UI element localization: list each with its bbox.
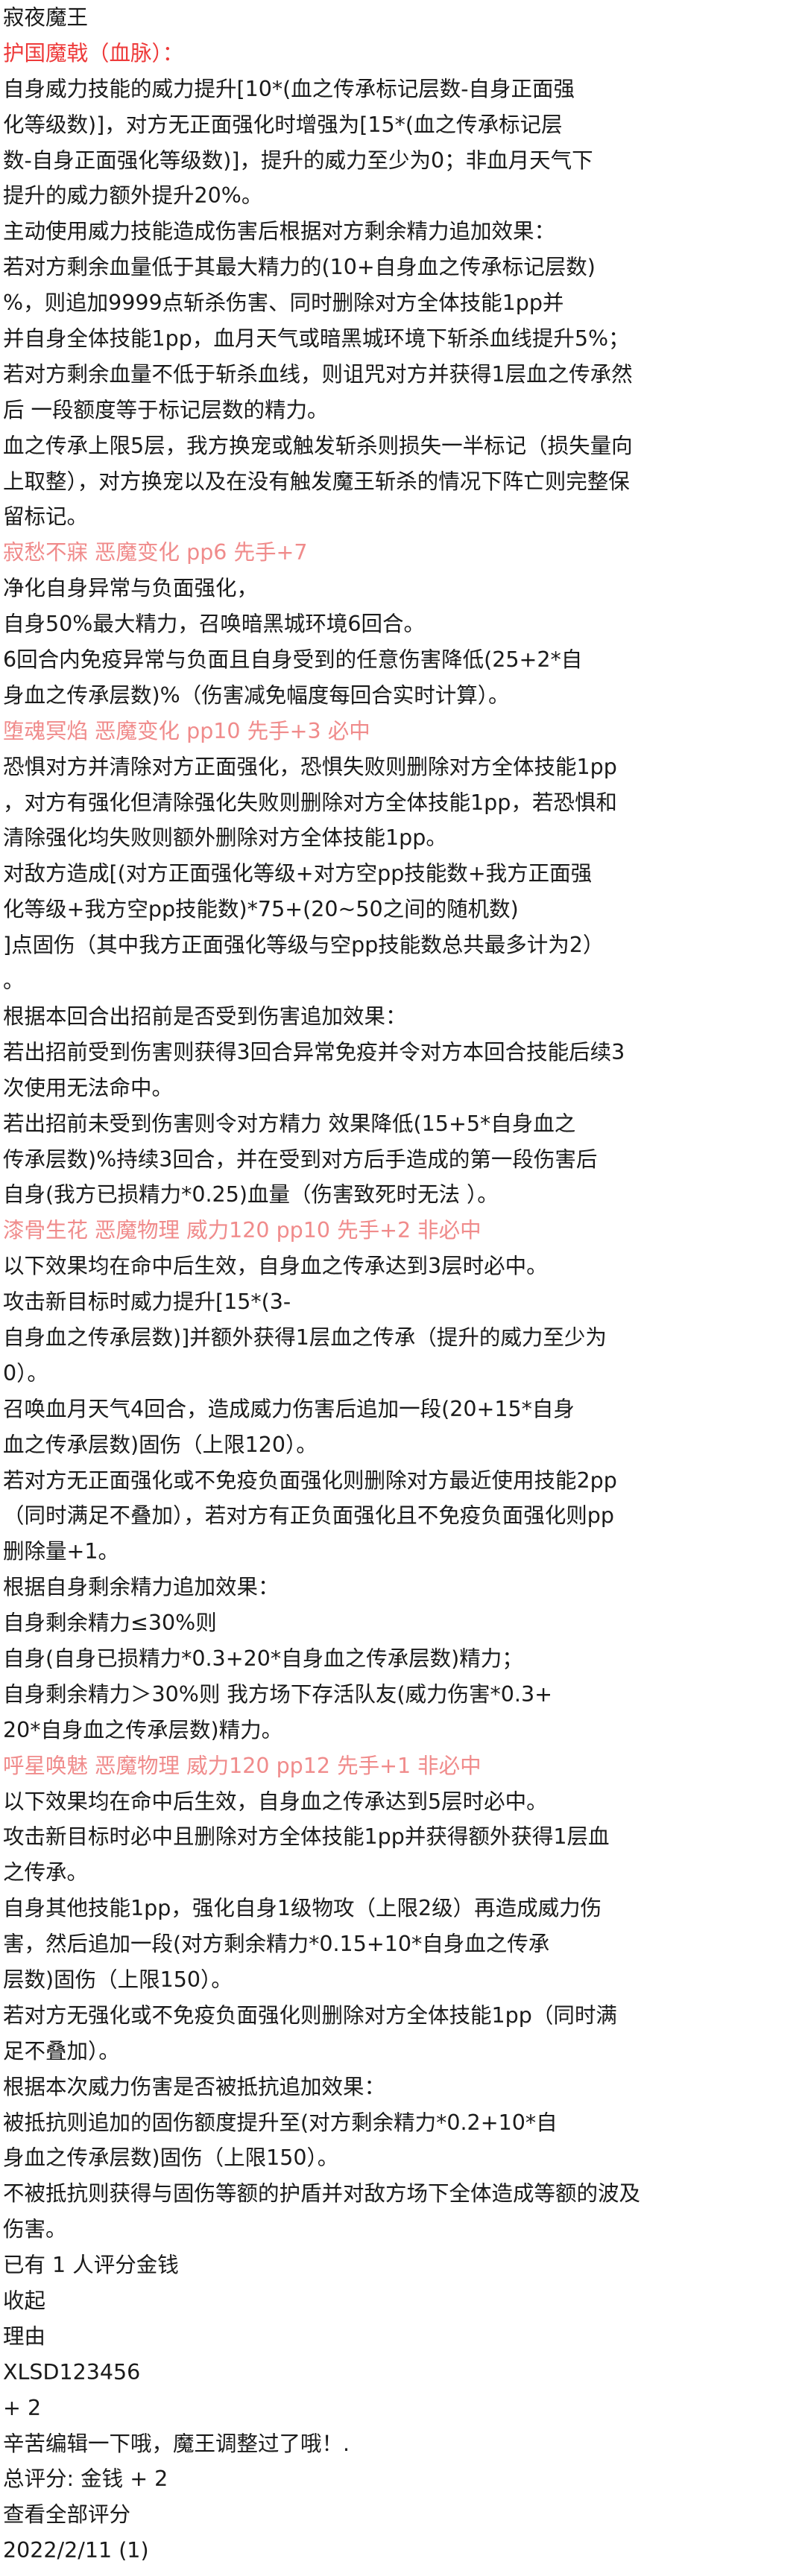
- text-line: 自身剩余精力≤30%则: [3, 1611, 217, 1636]
- text-line: 。: [3, 968, 25, 994]
- text-line: 伤害。: [3, 2217, 67, 2242]
- text-line: 化等级数)]，对方无正面强化时增强为[15*(血之传承标记层: [3, 112, 563, 137]
- view-all-ratings-link[interactable]: 查看全部评分: [3, 2497, 805, 2533]
- text-line: 自身剩余精力＞30%则 我方场下存活队友(威力伤害*0.3+: [3, 1681, 552, 1707]
- text-line: 害，然后追加一段(对方剩余精力*0.15+10*自身血之传承: [3, 1932, 550, 1957]
- text-line: 根据本次威力伤害是否被抵抗追加效果：: [3, 2074, 386, 2099]
- reason-header: 理由: [3, 2323, 46, 2349]
- text-line: 以下效果均在命中后生效，自身血之传承达到5层时必中。: [3, 1789, 548, 1814]
- text-line: 若对方剩余血量低于其最大精力的(10+自身血之传承标记层数): [3, 255, 596, 280]
- text-line: 若对方无正面强化或不免疫负面强化则删除对方最近使用技能2pp: [3, 1468, 617, 1493]
- text-line: 若出招前受到伤害则获得3回合异常免疫并令对方本回合技能后续3: [3, 1039, 625, 1065]
- text-line: 自身(自身已损精力*0.3+20*自身血之传承层数)精力；: [3, 1646, 523, 1671]
- text-line: 后 一段额度等于标记层数的精力。: [3, 397, 329, 422]
- text-line: 化等级+我方空pp技能数)*75+(20~50之间的随机数): [3, 897, 519, 922]
- text-line: 自身血之传承层数)]并额外获得1层血之传承（提升的威力至少为: [3, 1325, 607, 1350]
- text-line: 20*自身血之传承层数)精力。: [3, 1717, 283, 1742]
- text-line: 若对方无强化或不免疫负面强化则删除对方全体技能1pp（同时满: [3, 2002, 617, 2028]
- skill-header: 漆骨生花 恶魔物理 威力120 pp10 先手+2 非必中: [3, 1218, 482, 1243]
- skill-block: 漆骨生花 恶魔物理 威力120 pp10 先手+2 非必中 以下效果均在命中后生…: [3, 1213, 805, 1748]
- skill-header: 堕魂冥焰 恶魔变化 pp10 先手+3 必中: [3, 718, 370, 743]
- text-line: 6回合内免疫异常与负面且自身受到的任意伤害降低(25+2*自: [3, 647, 583, 673]
- text-line: 以下效果均在命中后生效，自身血之传承达到3层时必中。: [3, 1254, 548, 1279]
- text-line: 若出招前未受到伤害则令对方精力 效果降低(15+5*自身血之: [3, 1111, 576, 1136]
- text-line: 若对方剩余血量不低于斩杀血线，则诅咒对方并获得1层血之传承然: [3, 361, 633, 387]
- text-line: 上取整），对方换宠以及在没有触发魔王斩杀的情况下阵亡则完整保: [3, 469, 630, 494]
- text-line: 血之传承层数)固伤（上限120）。: [3, 1432, 318, 1457]
- text-line: 主动使用威力技能造成伤害后根据对方剩余精力追加效果：: [3, 219, 556, 244]
- text-line: 清除强化均失败则额外删除对方全体技能1pp。: [3, 825, 447, 851]
- text-line: 删除量+1。: [3, 1539, 120, 1564]
- text-line: 0）。: [3, 1360, 48, 1386]
- section-subtitle: 护国魔戟（血脉）：: [3, 40, 184, 66]
- text-line: 传承层数)%持续3回合，并在受到对方后手造成的第一段伤害后: [3, 1146, 598, 1172]
- text-line: 根据自身剩余精力追加效果：: [3, 1575, 280, 1600]
- text-line: 自身(我方已损精力*0.25)血量（伤害致死时无法 ）。: [3, 1182, 499, 1208]
- text-line: 对敌方造成[(对方正面强化等级+对方空pp技能数+我方正面强: [3, 861, 593, 886]
- text-line: 净化自身异常与负面强化，: [3, 576, 259, 601]
- text-line: 身血之传承层数)%（伤害减免幅度每回合实时计算）。: [3, 682, 510, 708]
- text-line: 并自身全体技能1pp，血月天气或暗黑城环境下斩杀血线提升5%；: [3, 326, 630, 352]
- text-line: 身血之传承层数)固伤（上限150）。: [3, 2145, 339, 2171]
- text-line: ，对方有强化但清除强化失败则删除对方全体技能1pp，若恐惧和: [3, 790, 617, 815]
- skill-block: 堕魂冥焰 恶魔变化 pp10 先手+3 必中 恐惧对方并清除对方正面强化，恐惧失…: [3, 714, 805, 1213]
- text-line: 攻击新目标时必中且删除对方全体技能1pp并获得额外获得1层血: [3, 1824, 610, 1850]
- text-line: 足不叠加）。: [3, 2038, 120, 2063]
- text-line: 留标记。: [3, 504, 89, 530]
- text-line: 次使用无法命中。: [3, 1075, 174, 1100]
- text-line: 提升的威力额外提升20%。: [3, 183, 263, 209]
- text-line: 数-自身正面强化等级数)]，提升的威力至少为0；非血月天气下: [3, 147, 593, 173]
- text-line: 自身其他技能1pp，强化自身1级物攻（上限2级）再造成威力伤: [3, 1896, 602, 1921]
- text-line: %，则追加9999点斩杀伤害、同时删除对方全体技能1pp并: [3, 291, 564, 316]
- text-line: 根据本回合出招前是否受到伤害追加效果：: [3, 1003, 407, 1029]
- skill-header: 寂愁不寐 恶魔变化 pp6 先手+7: [3, 540, 308, 565]
- skill-header: 呼星唤魅 恶魔物理 威力120 pp12 先手+1 非必中: [3, 1753, 482, 1778]
- rating-summary: 已有 1 人评分金钱: [3, 2253, 179, 2278]
- text-line: 之传承。: [3, 1860, 89, 1885]
- text-line: 自身50%最大精力，召唤暗黑城环境6回合。: [3, 612, 425, 637]
- rating-comment: 辛苦编辑一下哦，魔王调整过了哦！.: [3, 2431, 350, 2456]
- rating-total: 总评分: 金钱 + 2: [3, 2466, 168, 2492]
- text-line: 恐惧对方并清除对方正面强化，恐惧失败则删除对方全体技能1pp: [3, 754, 617, 779]
- skill-block: 寂愁不寐 恶魔变化 pp6 先手+7 净化自身异常与负面强化， 自身50%最大精…: [3, 535, 805, 713]
- collapse-link[interactable]: 收起: [3, 2283, 805, 2319]
- passive-description: 自身威力技能的威力提升[10*(血之传承标记层数-自身正面强 化等级数)]，对方…: [3, 72, 805, 536]
- text-line: （同时满足不叠加），若对方有正负面强化且不免疫负面强化则pp: [3, 1503, 614, 1529]
- text-line: 攻击新目标时威力提升[15*(3-: [3, 1289, 291, 1315]
- post-content: 寂夜魔王 护国魔戟（血脉）： 自身威力技能的威力提升[10*(血之传承标记层数-…: [0, 0, 805, 2569]
- text-line: 自身威力技能的威力提升[10*(血之传承标记层数-自身正面强: [3, 76, 575, 101]
- text-line: 血之传承上限5层，我方换宠或触发斩杀则损失一半标记（损失量向: [3, 433, 633, 458]
- post-date: 2022/2/11 (1): [3, 2538, 149, 2563]
- text-line: 被抵抗则追加的固伤额度提升至(对方剩余精力*0.2+10*自: [3, 2110, 558, 2135]
- skill-block: 呼星唤魅 恶魔物理 威力120 pp12 先手+1 非必中 以下效果均在命中后生…: [3, 1748, 805, 2247]
- rating-score: + 2: [3, 2395, 42, 2420]
- rater-username[interactable]: XLSD123456: [3, 2355, 805, 2391]
- text-line: 层数)固伤（上限150）。: [3, 1967, 233, 1992]
- text-line: 不被抵抗则获得与固伤等额的护盾并对敌方场下全体造成等额的波及: [3, 2181, 641, 2207]
- text-line: 召唤血月天气4回合，造成威力伤害后追加一段(20+15*自身: [3, 1396, 575, 1421]
- text-line: ]点固伤（其中我方正面强化等级与空pp技能数总共最多计为2）: [3, 933, 604, 958]
- post-title: 寂夜魔王: [3, 5, 89, 30]
- rating-section: 已有 1 人评分金钱 收起 理由 XLSD123456 + 2 辛苦编辑一下哦，…: [3, 2247, 805, 2569]
